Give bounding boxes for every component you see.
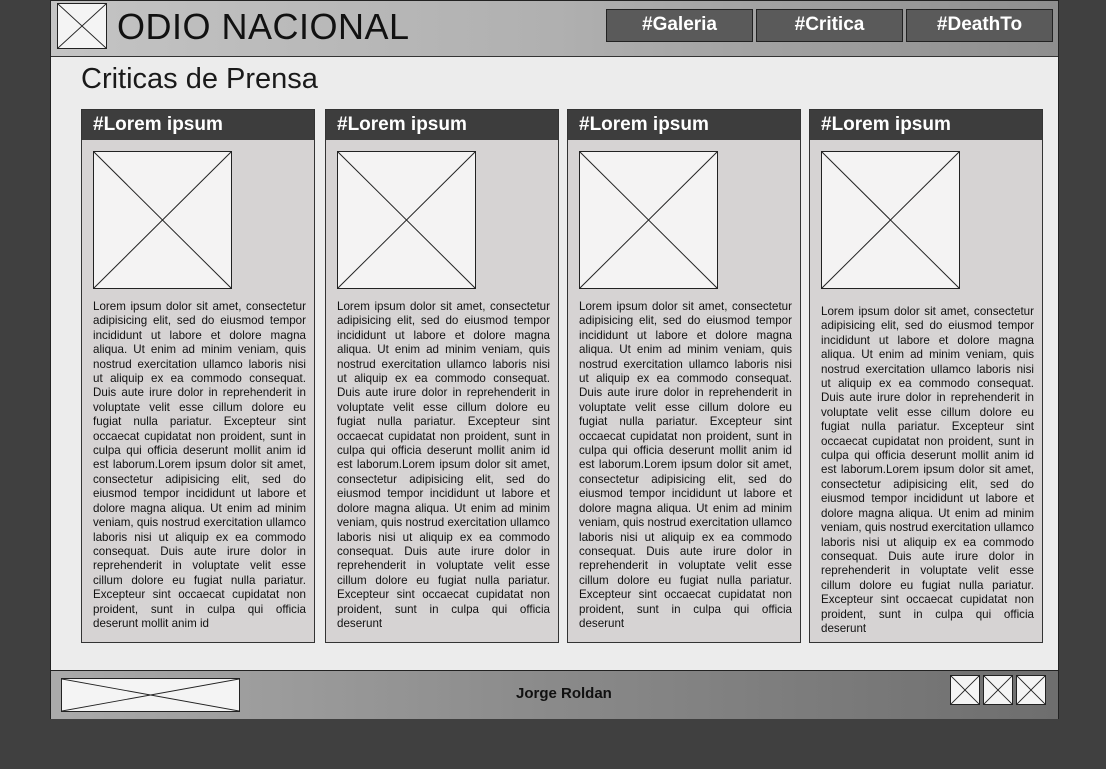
card-body-text: Lorem ipsum dolor sit amet, consectetur … [93, 300, 306, 630]
image-placeholder-icon[interactable] [821, 151, 960, 289]
site-footer: Jorge Roldan [51, 670, 1058, 719]
review-card: #Lorem ipsum Lorem ipsum dolor sit amet,… [325, 109, 559, 643]
image-placeholder-icon[interactable] [93, 151, 232, 289]
card-body-text: Lorem ipsum dolor sit amet, consectetur … [821, 305, 1034, 635]
site-header: ODIO NACIONAL #Galeria #Critica #DeathTo [51, 1, 1058, 57]
social-link-icon[interactable] [983, 675, 1013, 705]
card-title[interactable]: #Lorem ipsum [810, 110, 1042, 140]
footer-logo-icon[interactable] [61, 678, 240, 712]
nav-deathto-button[interactable]: #DeathTo [906, 9, 1053, 42]
main-nav: #Galeria #Critica #DeathTo [606, 9, 1053, 42]
social-links [950, 675, 1046, 705]
site-logo-icon[interactable] [57, 3, 107, 49]
footer-author: Jorge Roldan [516, 685, 612, 702]
review-card: #Lorem ipsum Lorem ipsum dolor sit amet,… [809, 109, 1043, 643]
image-placeholder-icon[interactable] [337, 151, 476, 289]
review-card: #Lorem ipsum Lorem ipsum dolor sit amet,… [81, 109, 315, 643]
site-title: ODIO NACIONAL [117, 6, 410, 47]
page-frame: ODIO NACIONAL #Galeria #Critica #DeathTo… [50, 0, 1059, 719]
card-body-text: Lorem ipsum dolor sit amet, consectetur … [579, 300, 792, 630]
social-link-icon[interactable] [950, 675, 980, 705]
nav-critica-button[interactable]: #Critica [756, 9, 903, 42]
social-link-icon[interactable] [1016, 675, 1046, 705]
card-title[interactable]: #Lorem ipsum [326, 110, 558, 140]
card-body-text: Lorem ipsum dolor sit amet, consectetur … [337, 300, 550, 630]
image-placeholder-icon[interactable] [579, 151, 718, 289]
card-title[interactable]: #Lorem ipsum [82, 110, 314, 140]
page-title: Criticas de Prensa [81, 63, 318, 95]
card-title[interactable]: #Lorem ipsum [568, 110, 800, 140]
review-card: #Lorem ipsum Lorem ipsum dolor sit amet,… [567, 109, 801, 643]
nav-galeria-button[interactable]: #Galeria [606, 9, 753, 42]
